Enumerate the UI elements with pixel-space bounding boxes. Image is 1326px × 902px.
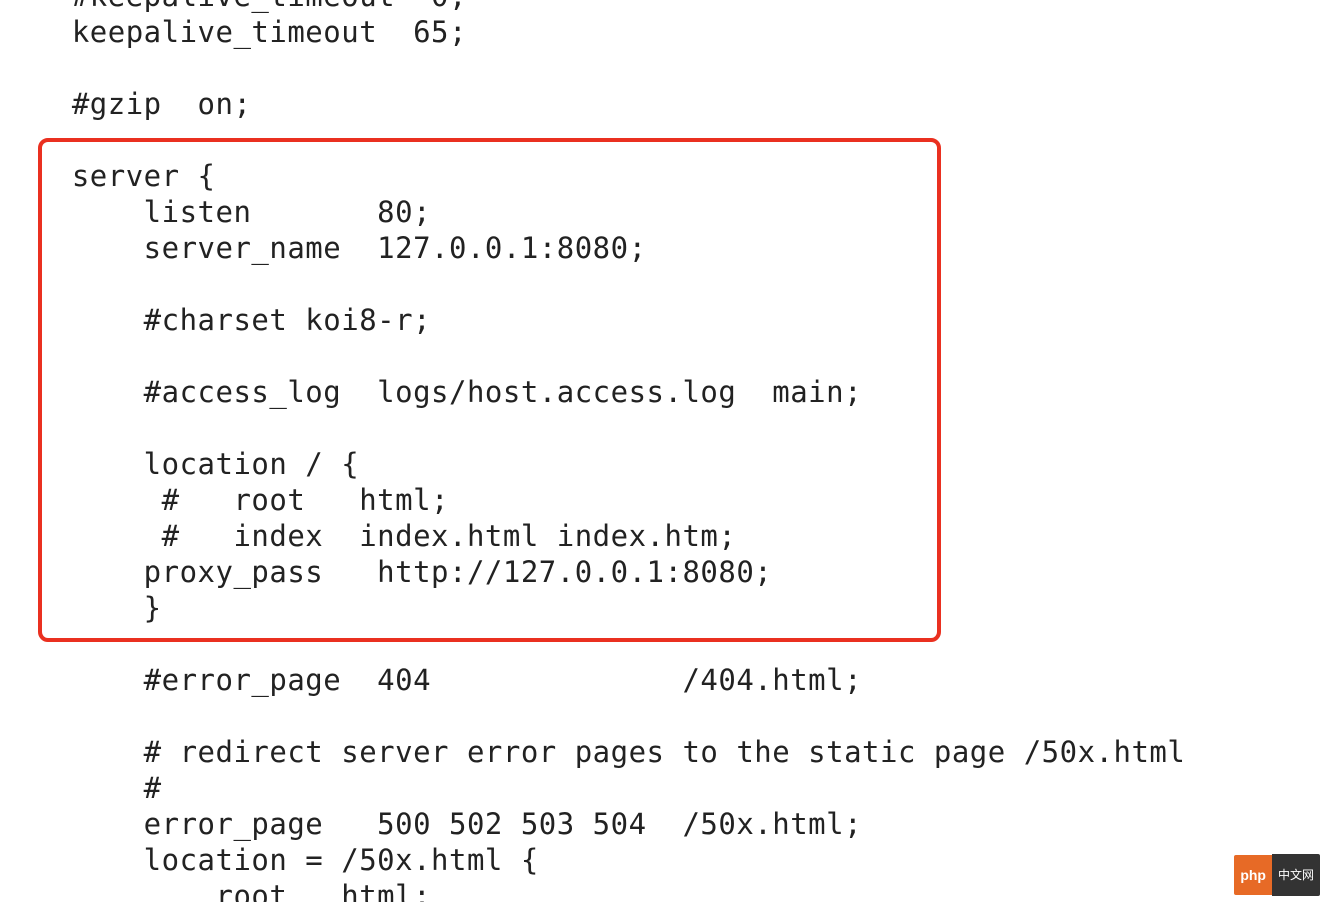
code-line: #gzip on; (0, 87, 251, 121)
code-line: #keepalive_timeout 0; (0, 0, 467, 13)
php-watermark: php 中文网 (1234, 854, 1320, 896)
watermark-text: 中文网 (1272, 854, 1320, 896)
server-block-highlight (38, 138, 941, 642)
watermark-logo: php (1234, 855, 1272, 895)
code-line: error_page 500 502 503 504 /50x.html; (0, 807, 862, 841)
code-line: # (0, 771, 162, 805)
code-line: #error_page 404 /404.html; (0, 663, 862, 697)
code-line: root html; (0, 879, 431, 902)
code-line: keepalive_timeout 65; (0, 15, 467, 49)
code-line: location = /50x.html { (0, 843, 539, 877)
code-line: # redirect server error pages to the sta… (0, 735, 1185, 769)
